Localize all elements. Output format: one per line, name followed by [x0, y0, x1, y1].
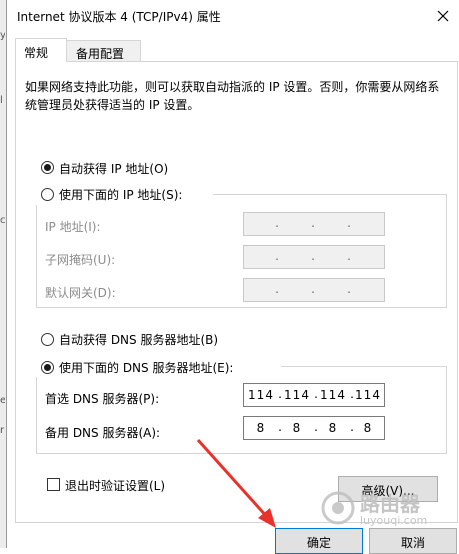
preferred-dns-label: 首选 DNS 服务器(P):: [45, 392, 160, 406]
ip-address-field[interactable]: ...: [243, 212, 385, 236]
default-gateway-field[interactable]: ...: [243, 278, 385, 302]
alternate-dns-label: 备用 DNS 服务器(A):: [45, 426, 161, 440]
ip-octet: 8: [363, 421, 373, 435]
watermark-logo: 路由器 luyouqi.com: [318, 488, 458, 532]
manual-ip-label[interactable]: 使用下面的 IP 地址(S):: [59, 186, 182, 203]
close-button[interactable]: [430, 3, 456, 29]
ip-octet: 8: [292, 421, 302, 435]
auto-ip-radio[interactable]: [41, 161, 54, 174]
ip-octet: 114: [320, 388, 346, 402]
auto-ip-label[interactable]: 自动获得 IP 地址(O): [59, 160, 168, 177]
manual-dns-label[interactable]: 使用下面的 DNS 服务器地址(E):: [59, 359, 233, 376]
alternate-dns-field[interactable]: 8 . 8 . 8 . 8: [243, 416, 385, 440]
ip-address-label: IP 地址(I):: [45, 220, 101, 234]
tab-general[interactable]: 常规: [15, 38, 67, 62]
tcp-ipv4-properties-dialog: Internet 协议版本 4 (TCP/IPv4) 属性 备用配置 常规 如果…: [6, 0, 459, 554]
auto-dns-label[interactable]: 自动获得 DNS 服务器地址(B): [59, 331, 218, 348]
validate-on-exit-label[interactable]: 退出时验证设置(L): [65, 477, 165, 494]
validate-on-exit-checkbox[interactable]: [47, 478, 60, 491]
description-text: 如果网络支持此功能，则可以获取自动指派的 IP 设置。否则，你需要从网络系统管理…: [25, 80, 440, 112]
subnet-mask-field[interactable]: ...: [243, 245, 385, 269]
tab-label: 备用配置: [76, 47, 125, 61]
ip-octet: 114: [248, 388, 274, 402]
manual-ip-radio[interactable]: [41, 188, 54, 201]
window-title: Internet 协议版本 4 (TCP/IPv4) 属性: [17, 10, 221, 24]
tab-label: 常规: [24, 46, 49, 60]
ip-octet: 8: [328, 421, 338, 435]
preferred-dns-field[interactable]: 114 . 114 . 114 . 114: [243, 383, 385, 407]
title-bar: Internet 协议版本 4 (TCP/IPv4) 属性: [7, 0, 459, 33]
ip-octet: 8: [256, 421, 266, 435]
auto-dns-radio[interactable]: [41, 333, 54, 346]
subnet-mask-label: 子网掩码(U):: [45, 253, 116, 267]
default-gateway-label: 默认网关(D):: [45, 286, 116, 300]
close-icon: [437, 10, 449, 22]
ip-octet: 114: [284, 388, 310, 402]
manual-dns-radio[interactable]: [41, 361, 54, 374]
watermark-text: 路由器: [360, 492, 420, 516]
tab-alternate-configuration[interactable]: 备用配置: [65, 40, 141, 62]
watermark-subtext: luyouqi.com: [360, 514, 428, 527]
ip-octet: 114: [355, 388, 381, 402]
